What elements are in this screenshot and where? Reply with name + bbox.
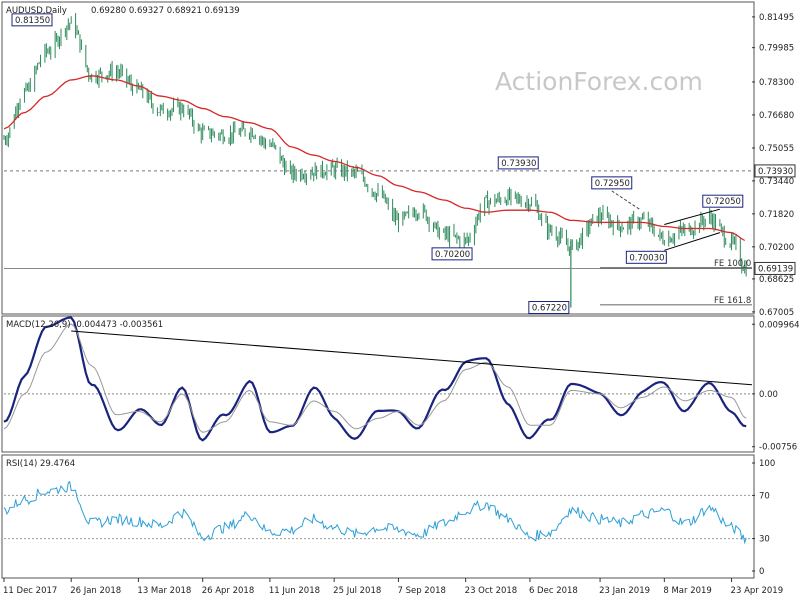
- y-tick-label: 0.81495: [759, 13, 794, 23]
- macd-panel-frame: [1, 315, 755, 453]
- dashed-wave-line: [611, 190, 642, 211]
- x-tick-label: 25 Jul 2018: [333, 586, 381, 596]
- macd-y-tick-label: -0.00756: [759, 443, 797, 453]
- x-tick-label: 23 Jan 2019: [599, 586, 650, 596]
- x-tick-label: 11 Jun 2018: [269, 586, 320, 596]
- level-price-text: 0.73930: [758, 167, 793, 177]
- x-tick-label: 6 Dec 2018: [529, 586, 578, 596]
- fe-label: FE 161.8: [714, 296, 751, 306]
- x-tick-label: 7 Sep 2018: [397, 586, 445, 596]
- ohlc-label: 0.69280 0.69327 0.68921 0.69139: [91, 6, 240, 16]
- y-tick-label: 0.76680: [759, 111, 794, 121]
- x-tick-label: 23 Apr 2019: [731, 586, 784, 596]
- x-tick-label: 8 Mar 2019: [663, 586, 711, 596]
- axes: 0.73930 0.69139 0.81495 0.79985 0.78300 0.766…: [3, 13, 800, 596]
- macd-y-tick-label: 0.009964: [759, 320, 800, 330]
- rsi-y-tick-label: 70: [759, 491, 770, 501]
- rsi-line: [3, 480, 747, 545]
- rsi-y-tick-label: 30: [759, 535, 770, 545]
- level-price-text: 0.69139: [758, 264, 793, 274]
- price-annotation-text: 0.72950: [595, 179, 630, 189]
- price-annotation-text: 0.81350: [15, 16, 50, 26]
- x-tick-label: 11 Dec 2017: [3, 586, 57, 596]
- rsi-panel-frame: [1, 454, 755, 579]
- rsi-y-tick-label: 100: [759, 459, 775, 469]
- price-panel-frame: [1, 1, 755, 315]
- x-tick-label: 26 Jan 2018: [70, 586, 121, 596]
- y-tick-label: 0.75055: [759, 144, 794, 154]
- x-tick-label: 26 Apr 2018: [202, 586, 255, 596]
- price-annotation-text: 0.70200: [435, 250, 470, 260]
- rsi-y-tick-label: 0: [759, 567, 764, 577]
- rsi-label: RSI(14) 29.4764: [6, 459, 75, 469]
- y-tick-label: 0.68625: [759, 275, 794, 285]
- price-annotation-text: 0.67220: [532, 304, 567, 314]
- price-plot: FE 100.0 FE 161.8 0.81350 0.73930 0.72950 0.7…: [3, 13, 752, 315]
- symbol-label: AUDUSD,Daily: [6, 6, 67, 16]
- price-annotation-text: 0.73930: [501, 159, 536, 169]
- y-tick-label: 0.70200: [759, 243, 794, 253]
- y-tick-label: 0.67005: [759, 308, 794, 318]
- macd-signal-line: [3, 323, 747, 433]
- rsi-plot: [3, 480, 752, 545]
- price-annotation-text: 0.70030: [629, 253, 664, 263]
- watermark: ActionForex.com: [495, 67, 703, 96]
- macd-line: [3, 316, 747, 442]
- y-tick-label: 0.78300: [759, 78, 794, 88]
- macd-y-tick-label: 0.00: [759, 390, 778, 400]
- x-tick-label: 13 Mar 2018: [137, 586, 191, 596]
- chart-canvas: ActionForex.com FE 100.0FE 161.80.813500…: [1, 1, 800, 596]
- macd-label: MACD(12,26,9) -0.004473 -0.003561: [6, 320, 163, 330]
- y-tick-label: 0.79985: [759, 44, 794, 54]
- y-tick-label: 0.73440: [759, 177, 794, 187]
- y-tick-label: 0.71820: [759, 210, 794, 220]
- macd-trendline: [71, 330, 753, 386]
- price-annotation-text: 0.72050: [706, 197, 741, 207]
- x-tick-label: 23 Oct 2018: [465, 586, 518, 596]
- fe-label: FE 100.0: [714, 259, 751, 269]
- macd-plot: [3, 316, 753, 442]
